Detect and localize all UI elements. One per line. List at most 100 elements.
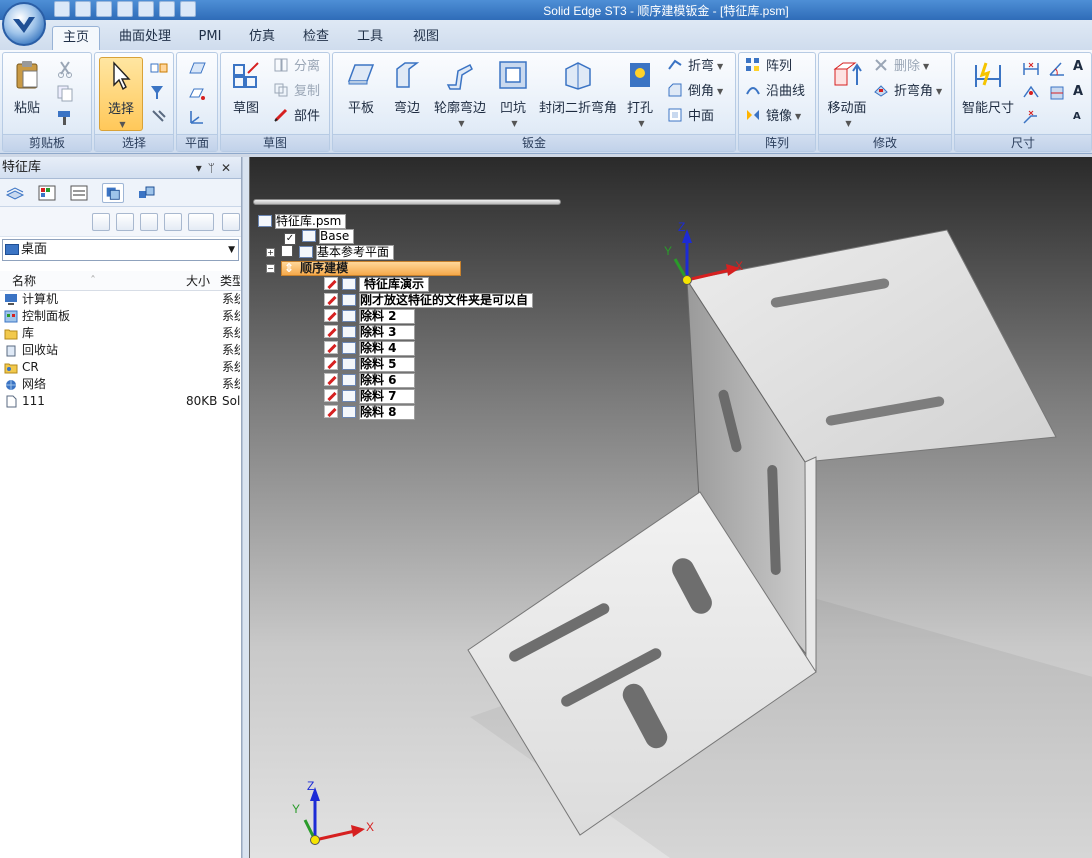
tab-inspect[interactable]: 检查 [294,26,338,50]
column-type[interactable]: 类型 [220,271,240,291]
edit-pencil-icon[interactable] [324,341,338,354]
list-item[interactable]: CR系统 [0,359,241,376]
3d-viewport[interactable]: Z Y X Z Y X 特征库.psm ✓ Base + 基本参考平面 − ⇕ 顺序建模… [249,157,1092,858]
select-box-icon[interactable] [149,59,169,79]
chamfer-dim-icon[interactable] [1021,107,1041,127]
delete-button[interactable]: 删除 ▼ [873,57,929,77]
expand-icon[interactable]: + [266,248,275,257]
close-icon[interactable]: ✕ [221,161,237,175]
tree-feature[interactable]: 除料 7 [324,389,415,404]
tree-ordered-group[interactable]: − ⇕ 顺序建模 [266,261,461,276]
edit-pencil-icon[interactable] [324,277,338,290]
select-button[interactable]: 选择 ▼ [99,57,143,131]
edit-pencil-icon[interactable] [324,373,338,386]
location-select[interactable]: 桌面 ▼ [2,239,239,261]
back-icon[interactable] [116,213,134,231]
panel-menu-icon[interactable]: ▾ [196,161,208,175]
move-face-button[interactable]: 移动面 ▼ [823,57,871,131]
tab-view[interactable]: 视图 [404,26,448,50]
application-button[interactable] [2,2,46,46]
palette-tab-icon[interactable] [36,183,58,203]
pathfinder-grip[interactable] [253,199,561,205]
search-icon[interactable] [222,213,240,231]
tree-feature[interactable]: 特征库演示 [324,277,430,292]
edit-pencil-icon[interactable] [324,389,338,402]
contour-flange-button[interactable]: 轮廓弯边 ▼ [431,57,489,131]
cut-icon[interactable] [55,59,75,79]
column-name[interactable]: 名称 [12,271,36,291]
coordinate-dim-icon[interactable] [1047,83,1067,103]
mirror-button[interactable]: 镜像 ▼ [745,107,801,127]
tree-feature[interactable]: 刚才放这特征的文件夹是可以自 [324,293,534,308]
edit-pencil-icon[interactable] [324,309,338,322]
list-item[interactable]: 库系统 [0,325,241,342]
tree-feature[interactable]: 除料 8 [324,405,415,420]
add-icon[interactable] [92,213,110,231]
text-icon-a1[interactable]: A [1073,57,1083,77]
select-tools-icon[interactable] [149,107,169,127]
plane-option-icon[interactable] [187,83,207,103]
dimple-button[interactable]: 凹坑 ▼ [493,57,533,131]
edit-pencil-icon[interactable] [324,357,338,370]
ref-planes-checkbox[interactable] [281,245,293,257]
collapse-icon[interactable]: − [266,264,275,273]
coordinate-system-icon[interactable] [187,107,207,127]
family-tab-icon[interactable] [68,183,90,203]
tree-feature[interactable]: 除料 3 [324,325,415,340]
paste-button[interactable]: 粘贴 [7,57,47,131]
edit-pencil-icon[interactable] [324,325,338,338]
pattern-button[interactable]: 阵列 [745,57,792,77]
up-folder-icon[interactable] [140,213,158,231]
tree-feature[interactable]: 除料 2 [324,309,415,324]
tab-simulation[interactable]: 仿真 [240,26,284,50]
bend-corner-button[interactable]: 折弯角 ▼ [873,82,942,102]
list-item[interactable]: 网络系统 [0,376,241,393]
tree-feature[interactable]: 除料 4 [324,341,415,356]
list-item[interactable]: 控制面板系统 [0,308,241,325]
new-folder-icon[interactable] [164,213,182,231]
closed-corner-button[interactable]: 封闭二折弯角 [537,57,619,131]
hole-button[interactable]: 打孔 ▼ [623,57,657,131]
list-item[interactable]: 计算机系统 [0,291,241,308]
tab-plate-button[interactable]: 平板 [339,57,383,131]
list-item[interactable]: 111 80KB Sol [0,393,241,410]
base-checkbox[interactable]: ✓ [284,233,296,245]
edit-pencil-icon[interactable] [324,405,338,418]
format-painter-icon[interactable] [55,107,75,127]
text-icon-a3[interactable]: A [1073,107,1081,127]
tree-ref-planes[interactable]: + 基本参考平面 [266,245,395,260]
part-button[interactable]: 部件 [273,107,320,127]
plane-icon[interactable] [187,59,207,79]
view-options-icon[interactable] [188,213,214,231]
chamfer-button[interactable]: 倒角 ▼ [667,82,723,102]
copy-icon[interactable] [55,83,75,103]
filter-icon[interactable] [149,83,169,103]
angle-dim-icon[interactable] [1047,59,1067,79]
text-icon-a2[interactable]: A [1073,82,1083,102]
flange-button[interactable]: 弯边 [387,57,427,131]
separate-button[interactable]: 分离 [273,57,320,77]
tab-tools[interactable]: 工具 [348,26,392,50]
tab-home[interactable]: 主页 [52,26,100,50]
sketch-button[interactable]: 草图 [225,57,267,131]
tab-surfacing[interactable]: 曲面处理 [110,26,180,50]
tree-feature[interactable]: 除料 6 [324,373,415,388]
parts-library-tab-icon[interactable] [136,183,158,203]
list-item[interactable]: 回收站系统 [0,342,241,359]
tab-pmi[interactable]: PMI [190,26,230,50]
panel-splitter[interactable] [242,157,249,858]
column-size[interactable]: 大小 [186,271,210,291]
tree-root[interactable]: 特征库.psm [256,214,347,229]
layers-tab-icon[interactable] [4,183,26,203]
feature-library-tab-icon[interactable] [102,183,124,203]
distance-dim-icon[interactable] [1021,59,1041,79]
symmetric-dim-icon[interactable] [1021,83,1041,103]
tree-base[interactable]: ✓ Base [284,229,355,245]
tree-feature[interactable]: 除料 5 [324,357,415,372]
pin-icon[interactable]: ᛘ [208,161,221,175]
edit-pencil-icon[interactable] [324,293,338,306]
midplane-button[interactable]: 中面 [667,107,714,127]
along-curve-button[interactable]: 沿曲线 [745,82,805,102]
fold-button[interactable]: 折弯 ▼ [667,57,723,77]
copy-sketch-button[interactable]: 复制 [273,82,320,102]
